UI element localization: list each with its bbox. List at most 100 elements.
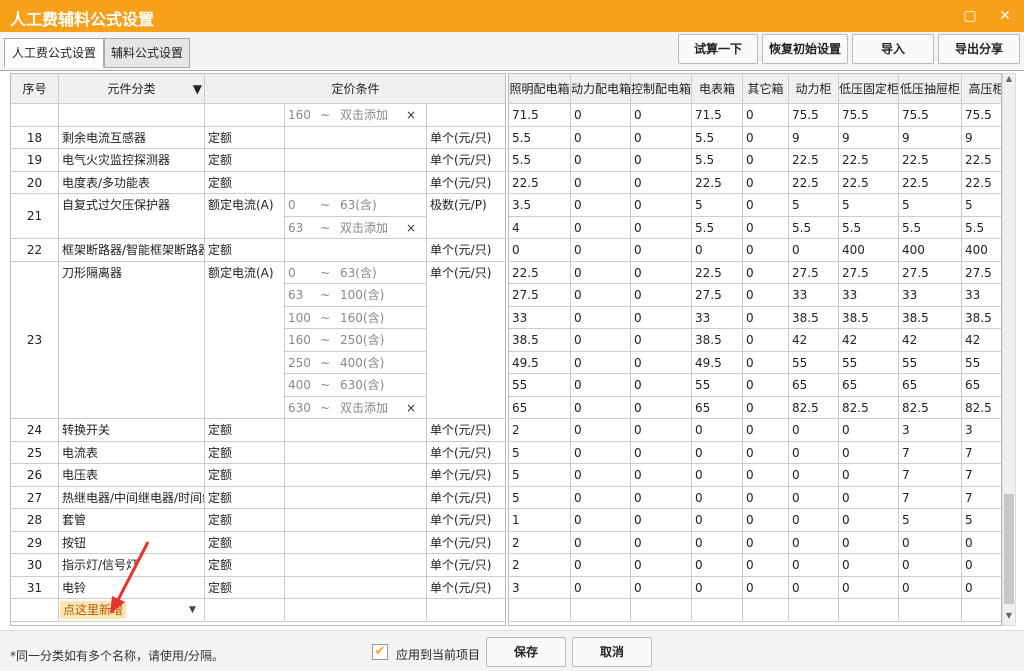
range-cell[interactable]: 63 ~100(含) [285, 284, 427, 307]
value-cell[interactable]: 0 [839, 554, 899, 577]
value-cell[interactable]: 0 [743, 419, 789, 442]
value-cell[interactable]: 0 [743, 126, 789, 149]
value-cell[interactable]: 0 [743, 284, 789, 307]
value-cell[interactable]: 0 [692, 509, 743, 532]
value-cell[interactable]: 400 [899, 239, 962, 262]
value-cell[interactable]: 0 [839, 531, 899, 554]
value-cell[interactable]: 27.5 [509, 284, 571, 307]
value-cell[interactable]: 3 [509, 576, 571, 599]
range-cell[interactable]: 160 ~ 双击添加 × [285, 104, 427, 127]
row-category[interactable]: 热继电器/中间继电器/时间继电器 [59, 486, 205, 509]
row-unit[interactable]: 单个(元/只) [427, 239, 505, 262]
row-category[interactable]: 电流表 [59, 441, 205, 464]
value-cell[interactable]: 5 [899, 509, 962, 532]
row-pricing-type[interactable]: 定额 [205, 149, 285, 172]
value-cell[interactable]: 0 [899, 576, 962, 599]
range-cell[interactable] [285, 441, 427, 464]
value-cell[interactable]: 65 [692, 396, 743, 419]
value-cell[interactable]: 0 [692, 239, 743, 262]
scroll-thumb[interactable] [1004, 494, 1014, 604]
value-cell[interactable]: 22.5 [692, 261, 743, 284]
value-cell[interactable]: 5.5 [509, 126, 571, 149]
value-cell[interactable]: 0 [631, 126, 692, 149]
add-new-row[interactable]: 点这里新增 [60, 601, 127, 619]
value-cell[interactable]: 0 [839, 509, 899, 532]
value-cell[interactable]: 0 [631, 216, 692, 239]
value-cell[interactable]: 400 [839, 239, 899, 262]
value-cell[interactable] [899, 599, 962, 622]
value-cell[interactable] [571, 599, 631, 622]
row-category[interactable]: 自复式过欠压保护器 [59, 194, 205, 239]
value-cell[interactable]: 0 [571, 126, 631, 149]
value-cell[interactable]: 0 [839, 576, 899, 599]
value-cell[interactable]: 22.5 [509, 171, 571, 194]
value-cell[interactable]: 0 [692, 464, 743, 487]
range-cell[interactable] [285, 464, 427, 487]
value-cell[interactable]: 3.5 [509, 194, 571, 217]
row-pricing-type[interactable]: 额定电流(A) [205, 194, 285, 239]
value-cell[interactable]: 5.5 [692, 126, 743, 149]
range-cell[interactable]: 400 ~630(含) [285, 374, 427, 397]
value-cell[interactable]: 3 [962, 419, 1001, 442]
value-cell[interactable]: 0 [743, 486, 789, 509]
value-cell[interactable]: 0 [743, 396, 789, 419]
value-cell[interactable]: 0 [631, 284, 692, 307]
value-cell[interactable]: 0 [899, 554, 962, 577]
value-cell[interactable] [789, 599, 839, 622]
range-cell[interactable]: 0 ~63(含) [285, 261, 427, 284]
row-pricing-type[interactable]: 定额 [205, 171, 285, 194]
value-cell[interactable]: 0 [631, 306, 692, 329]
row-unit[interactable]: 单个(元/只) [427, 532, 505, 554]
value-cell[interactable]: 0 [743, 351, 789, 374]
value-cell[interactable]: 55 [509, 374, 571, 397]
value-cell[interactable]: 0 [631, 239, 692, 262]
cancel-button[interactable]: 取消 [572, 637, 652, 667]
value-cell[interactable]: 0 [631, 531, 692, 554]
value-cell[interactable]: 0 [571, 531, 631, 554]
value-cell[interactable]: 42 [899, 329, 962, 352]
row-category[interactable] [59, 104, 205, 127]
value-cell[interactable] [631, 599, 692, 622]
value-cell[interactable]: 0 [789, 486, 839, 509]
value-cell[interactable]: 0 [631, 441, 692, 464]
value-cell[interactable]: 0 [789, 531, 839, 554]
value-cell[interactable]: 49.5 [509, 351, 571, 374]
dropdown-icon[interactable]: ▼ [189, 599, 196, 621]
value-cell[interactable]: 33 [839, 284, 899, 307]
value-cell[interactable]: 0 [743, 261, 789, 284]
value-cell[interactable]: 38.5 [839, 306, 899, 329]
row-pricing-type[interactable]: 定额 [205, 441, 285, 464]
value-cell[interactable]: 0 [631, 329, 692, 352]
value-cell[interactable]: 0 [692, 576, 743, 599]
value-cell[interactable]: 5.5 [962, 217, 1001, 239]
value-cell[interactable]: 22.5 [962, 149, 1001, 172]
value-cell[interactable]: 0 [743, 576, 789, 599]
value-cell[interactable]: 0 [631, 104, 692, 127]
value-cell[interactable]: 5 [692, 194, 743, 217]
value-cell[interactable]: 0 [962, 577, 1001, 599]
value-cell[interactable]: 0 [839, 464, 899, 487]
value-cell[interactable]: 65 [899, 374, 962, 397]
value-cell[interactable]: 5 [962, 194, 1001, 217]
value-cell[interactable]: 5 [962, 509, 1001, 532]
row-unit[interactable]: 单个(元/只) [427, 172, 505, 194]
value-cell[interactable]: 0 [743, 306, 789, 329]
value-cell[interactable]: 0 [692, 441, 743, 464]
value-cell[interactable]: 38.5 [692, 329, 743, 352]
value-cell[interactable]: 0 [743, 194, 789, 217]
range-cell[interactable]: 630 ~ 双击添加 × [285, 396, 427, 419]
value-cell[interactable]: 38.5 [899, 306, 962, 329]
value-cell[interactable]: 0 [743, 104, 789, 127]
value-cell[interactable]: 27.5 [962, 262, 1001, 284]
row-pricing-type[interactable] [205, 599, 285, 622]
value-cell[interactable]: 2 [509, 419, 571, 442]
value-cell[interactable]: 0 [743, 464, 789, 487]
value-cell[interactable] [962, 599, 1001, 622]
value-cell[interactable]: 0 [571, 441, 631, 464]
value-cell[interactable]: 2 [509, 554, 571, 577]
value-cell[interactable]: 0 [631, 374, 692, 397]
value-cell[interactable]: 82.5 [962, 397, 1001, 419]
value-cell[interactable]: 27.5 [839, 261, 899, 284]
range-cell[interactable]: 160 ~250(含) [285, 329, 427, 352]
value-cell[interactable]: 38.5 [789, 306, 839, 329]
